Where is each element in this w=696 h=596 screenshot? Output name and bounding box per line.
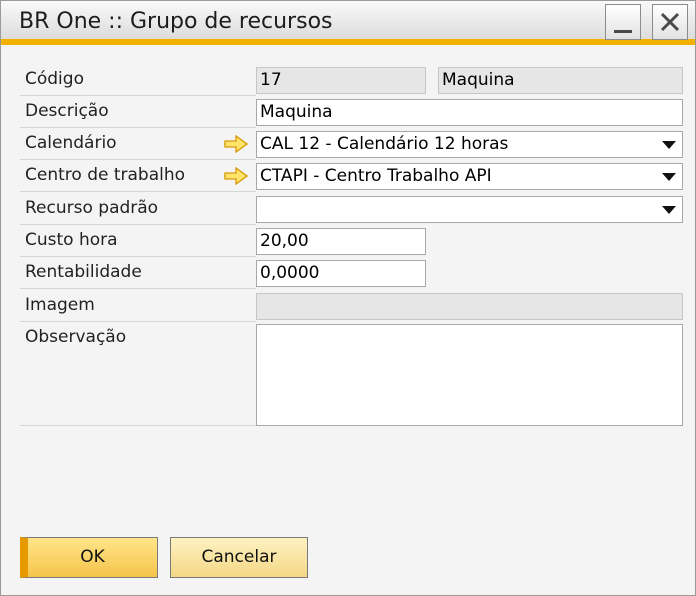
codigo-field[interactable]: 17 — [256, 67, 426, 94]
minimize-icon — [614, 30, 632, 33]
label-calendario: Calendário — [25, 133, 117, 153]
link-arrow-icon[interactable] — [224, 135, 248, 153]
centro-value: CTAPI - Centro Trabalho API — [260, 166, 492, 186]
minimize-button[interactable] — [605, 4, 641, 40]
window-title: BR One :: Grupo de recursos — [19, 9, 333, 34]
close-button[interactable] — [652, 4, 688, 40]
divider — [20, 256, 256, 257]
divider — [20, 127, 256, 128]
close-icon — [660, 12, 680, 32]
chevron-down-icon[interactable] — [662, 206, 676, 214]
divider — [20, 191, 256, 192]
title-bar: BR One :: Grupo de recursos — [1, 1, 695, 45]
label-centro: Centro de trabalho — [25, 165, 186, 185]
imagem-field[interactable] — [256, 293, 683, 320]
divider — [20, 288, 256, 289]
label-custo: Custo hora — [25, 230, 118, 250]
label-observacao: Observação — [25, 327, 127, 347]
codigo-name-field[interactable]: Maquina — [438, 67, 683, 94]
calendario-select[interactable]: CAL 12 - Calendário 12 horas — [256, 131, 683, 158]
divider — [20, 95, 256, 96]
custo-input[interactable]: 20,00 — [256, 228, 426, 255]
label-imagem: Imagem — [25, 295, 95, 315]
link-arrow-icon[interactable] — [224, 167, 248, 185]
cancel-button[interactable]: Cancelar — [170, 537, 308, 578]
rentabilidade-input[interactable]: 0,0000 — [256, 260, 426, 287]
label-rentabilidade: Rentabilidade — [25, 262, 142, 282]
recurso-select[interactable] — [256, 196, 683, 223]
divider — [20, 159, 256, 160]
observacao-textarea[interactable] — [256, 324, 683, 426]
divider — [20, 321, 256, 322]
ok-button[interactable]: OK — [20, 537, 158, 578]
centro-select[interactable]: CTAPI - Centro Trabalho API — [256, 163, 683, 190]
label-recurso: Recurso padrão — [25, 198, 159, 218]
divider — [20, 425, 256, 426]
chevron-down-icon[interactable] — [662, 141, 676, 149]
calendario-value: CAL 12 - Calendário 12 horas — [260, 134, 509, 154]
descricao-input[interactable]: Maquina — [256, 99, 683, 126]
label-codigo: Código — [25, 69, 84, 89]
chevron-down-icon[interactable] — [662, 173, 676, 181]
divider — [20, 224, 256, 225]
label-descricao: Descrição — [25, 101, 109, 121]
resource-group-window: BR One :: Grupo de recursos Código 17 Ma… — [0, 0, 696, 596]
